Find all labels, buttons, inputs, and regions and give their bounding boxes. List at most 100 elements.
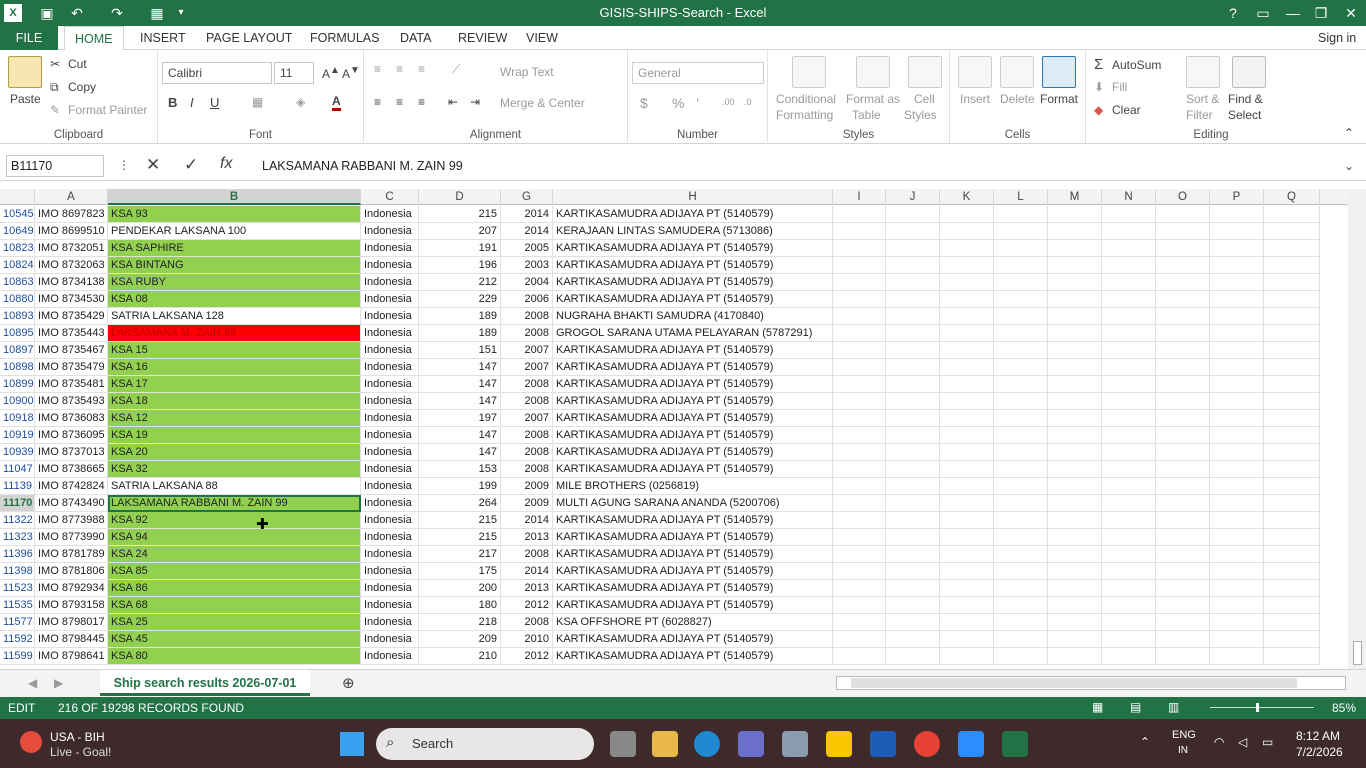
cell-empty[interactable]: [1264, 529, 1320, 546]
cell-empty[interactable]: [940, 325, 994, 342]
cell-company[interactable]: KERAJAAN LINTAS SAMUDERA (5713086): [553, 223, 833, 240]
cell-empty[interactable]: [886, 223, 940, 240]
cell-ship-name[interactable]: KSA 18: [108, 393, 361, 410]
cell-year-built[interactable]: 2007: [501, 342, 553, 359]
cell-flag[interactable]: Indonesia: [361, 478, 419, 495]
cell-empty[interactable]: [1048, 308, 1102, 325]
cell-empty[interactable]: [1048, 393, 1102, 410]
cell-empty[interactable]: [833, 444, 886, 461]
delete-cells-button[interactable]: Delete: [1000, 92, 1035, 106]
cut-button[interactable]: Cut: [68, 57, 87, 71]
cell-empty[interactable]: [1102, 325, 1156, 342]
cell-year-built[interactable]: 2014: [501, 223, 553, 240]
align-bottom-icon[interactable]: ≡: [418, 62, 425, 76]
page-layout-view-icon[interactable]: ▤: [1130, 700, 1141, 714]
cell-empty[interactable]: [833, 308, 886, 325]
cell-empty[interactable]: [1048, 478, 1102, 495]
row-number[interactable]: 11047: [0, 461, 35, 478]
sheet-tab[interactable]: Ship search results 2026-07-01: [100, 670, 310, 696]
cell-empty[interactable]: [1210, 495, 1264, 512]
cell-tonnage[interactable]: 147: [419, 359, 501, 376]
cell-empty[interactable]: [1048, 563, 1102, 580]
cell-empty[interactable]: [1156, 308, 1210, 325]
cell-empty[interactable]: [1156, 546, 1210, 563]
cell-empty[interactable]: [833, 512, 886, 529]
cell-empty[interactable]: [940, 359, 994, 376]
tab-insert[interactable]: INSERT: [130, 26, 196, 50]
cell-empty[interactable]: [1156, 495, 1210, 512]
cell-imo[interactable]: IMO 8781806: [35, 563, 108, 580]
cell-empty[interactable]: [994, 223, 1048, 240]
cell-empty[interactable]: [833, 614, 886, 631]
cell-empty[interactable]: [1264, 563, 1320, 580]
cell-imo[interactable]: IMO 8735429: [35, 308, 108, 325]
cell-empty[interactable]: [1264, 614, 1320, 631]
new-sheet-icon[interactable]: ⊕: [342, 674, 355, 692]
cell-empty[interactable]: [1048, 614, 1102, 631]
cell-empty[interactable]: [1210, 240, 1264, 257]
cell-imo[interactable]: IMO 8735481: [35, 376, 108, 393]
cell-company[interactable]: KARTIKASAMUDRA ADIJAYA PT (5140579): [553, 427, 833, 444]
cell-empty[interactable]: [833, 597, 886, 614]
cell-year-built[interactable]: 2010: [501, 631, 553, 648]
cell-flag[interactable]: Indonesia: [361, 631, 419, 648]
windows-start-icon[interactable]: [340, 732, 364, 756]
cell-empty[interactable]: [1048, 427, 1102, 444]
cell-empty[interactable]: [1102, 648, 1156, 665]
cell-ship-name[interactable]: SATRIA LAKSANA 128: [108, 308, 361, 325]
cell-company[interactable]: KARTIKASAMUDRA ADIJAYA PT (5140579): [553, 648, 833, 665]
cell-empty[interactable]: [886, 478, 940, 495]
cell-empty[interactable]: [1102, 614, 1156, 631]
cell-ship-name[interactable]: KSA RUBY: [108, 274, 361, 291]
close-button[interactable]: ✕: [1340, 3, 1362, 23]
cell-empty[interactable]: [833, 223, 886, 240]
cell-flag[interactable]: Indonesia: [361, 597, 419, 614]
cell-empty[interactable]: [1156, 563, 1210, 580]
cell-empty[interactable]: [1210, 461, 1264, 478]
cell-empty[interactable]: [1048, 597, 1102, 614]
cell-empty[interactable]: [833, 546, 886, 563]
cell-ship-name[interactable]: KSA 25: [108, 614, 361, 631]
cell-tonnage[interactable]: 196: [419, 257, 501, 274]
cell-tonnage[interactable]: 180: [419, 597, 501, 614]
cell-empty[interactable]: [1264, 478, 1320, 495]
cell-empty[interactable]: [1048, 257, 1102, 274]
align-right-icon[interactable]: ≡: [418, 95, 425, 109]
column-header-n[interactable]: N: [1102, 189, 1156, 205]
cell-empty[interactable]: [833, 461, 886, 478]
row-number[interactable]: 10919: [0, 427, 35, 444]
cell-year-built[interactable]: 2007: [501, 359, 553, 376]
cell-ship-name[interactable]: KSA 20: [108, 444, 361, 461]
cell-empty[interactable]: [1102, 291, 1156, 308]
cell-empty[interactable]: [1156, 376, 1210, 393]
cell-empty[interactable]: [994, 393, 1048, 410]
cell-imo[interactable]: IMO 8699510: [35, 223, 108, 240]
cell-empty[interactable]: [1156, 461, 1210, 478]
cell-company[interactable]: KARTIKASAMUDRA ADIJAYA PT (5140579): [553, 274, 833, 291]
cell-empty[interactable]: [1264, 597, 1320, 614]
cell-tonnage[interactable]: 153: [419, 461, 501, 478]
cell-empty[interactable]: [1048, 410, 1102, 427]
tab-data[interactable]: DATA: [390, 26, 441, 50]
cell-empty[interactable]: [886, 648, 940, 665]
cell-flag[interactable]: Indonesia: [361, 376, 419, 393]
cell-tonnage[interactable]: 189: [419, 308, 501, 325]
cell-year-built[interactable]: 2008: [501, 546, 553, 563]
cell-empty[interactable]: [940, 223, 994, 240]
cell-empty[interactable]: [994, 376, 1048, 393]
cell-empty[interactable]: [940, 529, 994, 546]
select-all-corner[interactable]: [0, 189, 35, 205]
cell-tonnage[interactable]: 147: [419, 444, 501, 461]
cell-flag[interactable]: Indonesia: [361, 495, 419, 512]
cell-empty[interactable]: [1210, 631, 1264, 648]
cell-empty[interactable]: [1210, 359, 1264, 376]
cell-empty[interactable]: [886, 427, 940, 444]
cell-company[interactable]: KARTIKASAMUDRA ADIJAYA PT (5140579): [553, 563, 833, 580]
cell-flag[interactable]: Indonesia: [361, 325, 419, 342]
cell-tonnage[interactable]: 191: [419, 240, 501, 257]
row-number[interactable]: 11396: [0, 546, 35, 563]
cell-empty[interactable]: [1264, 444, 1320, 461]
cell-ship-name[interactable]: KSA 45: [108, 631, 361, 648]
cell-empty[interactable]: [1048, 359, 1102, 376]
cell-ship-name[interactable]: LAKSAMANA M. ZAIN 88: [108, 325, 361, 342]
